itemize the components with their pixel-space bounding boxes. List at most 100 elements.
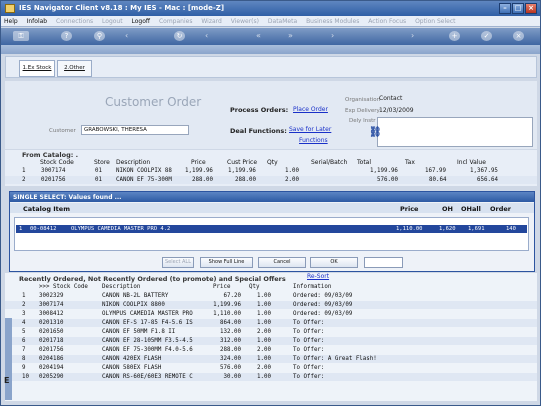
table-row[interactable]: 9 0204194 CANON 580EX FLASH 576.00 2.00 To Of… <box>5 364 537 372</box>
col-tax: Tax <box>405 159 415 166</box>
table-row[interactable]: 1 3002329 CANON NB-2L BATTERY 67.20 1.00 Orde… <box>5 292 537 300</box>
menu-datameta[interactable]: DataMeta <box>268 18 297 25</box>
catalog-description: OLYMPUS CAMEDIA MASTER PRO 4.2 <box>71 226 171 232</box>
nav-arrow-icon: ‹ <box>205 31 209 40</box>
menu-infolab[interactable]: Infolab <box>27 18 48 25</box>
col-cust-price: Cust Price <box>227 159 258 166</box>
information: Ordered: 09/03/09 <box>293 293 353 299</box>
qty: 1.00 <box>257 374 271 380</box>
delivery-instructions-field[interactable] <box>377 117 533 147</box>
link-icon[interactable]: ⛓ <box>369 127 383 139</box>
row-number: 2 <box>22 302 26 308</box>
qty: 1.00 <box>257 302 271 308</box>
add-icon[interactable]: + <box>449 31 460 41</box>
information: To Offer: A Great Flash! <box>293 356 377 362</box>
menu-logout[interactable]: Logout <box>102 18 123 25</box>
menu-logoff[interactable]: Logoff <box>132 18 151 25</box>
description: CANON 580EX FLASH <box>102 365 162 371</box>
table-row[interactable]: 2 3007174 NIKON COOLPIX 8800 1,199.96 1.00 Or… <box>5 301 537 309</box>
menu-wizard[interactable]: Wizard <box>201 18 221 25</box>
re-sort-link[interactable]: Re-Sort <box>307 273 329 280</box>
app-window: IES Navigator Client v8.18 : My IES - Ma… <box>0 0 541 406</box>
table-row[interactable]: 8 0204186 CANON 420EX FLASH 324.00 1.00 To Of… <box>5 355 537 363</box>
values-list[interactable]: 1 00-08412 OLYMPUS CAMEDIA MASTER PRO 4.… <box>14 217 529 251</box>
cancel-icon[interactable]: × <box>513 31 524 41</box>
title-bar[interactable]: IES Navigator Client v8.18 : My IES - Ma… <box>1 1 540 16</box>
save-for-later-link[interactable]: Save for Later <box>289 126 331 133</box>
catalog-panel: From Catalog: . Stock Code Store Descrip… <box>5 150 537 186</box>
minimize-icon[interactable]: – <box>499 3 511 14</box>
cancel-button[interactable]: Cancel <box>258 257 306 268</box>
ok-button[interactable]: OK <box>310 257 358 268</box>
qty: 1.00 <box>257 293 271 299</box>
organisation-label: Organisation <box>345 97 381 103</box>
menu-viewers[interactable]: Viewer(s) <box>231 18 259 25</box>
maximize-icon[interactable]: □ <box>512 3 524 14</box>
table-row[interactable]: 5 0201650 CANON EF 50MM F1.8 II 132.00 2.00 T… <box>5 328 537 336</box>
search-icon[interactable]: ⚲ <box>94 31 105 41</box>
description: CANON RS-60E/60E3 REMOTE C <box>102 374 193 380</box>
value-input[interactable] <box>364 257 403 268</box>
refresh-icon[interactable]: ↻ <box>174 31 185 41</box>
col-qty: Qty <box>249 284 260 290</box>
nav-strip <box>1 45 540 54</box>
incl-value: 1,367.95 <box>470 168 498 174</box>
col-qty: Qty <box>267 159 278 166</box>
check-icon[interactable]: ✓ <box>481 31 492 41</box>
store: 01 <box>95 177 102 183</box>
price: 288.00 <box>220 347 241 353</box>
tab-ex-stock[interactable]: 1.Ex Stock <box>19 60 55 77</box>
information: To Offer: <box>293 374 325 380</box>
information: Ordered: 09/03/09 <box>293 302 353 308</box>
col-total: Total <box>357 159 372 166</box>
description: OLYMPUS CAMEDIA MASTER PRO <box>102 311 193 317</box>
close-icon[interactable]: × <box>525 3 537 14</box>
description: CANON 420EX FLASH <box>102 356 162 362</box>
tab-other[interactable]: 2.Other <box>57 60 92 77</box>
description: CANON EF 75-300MM F4.0-5.6 <box>102 347 193 353</box>
process-orders-label: Process Orders: <box>230 106 289 114</box>
price: 1,199.96 <box>213 302 241 308</box>
menu-business-modules[interactable]: Business Modules <box>306 18 359 25</box>
help-icon[interactable]: ? <box>61 31 72 41</box>
stock-code: 0201756 <box>41 177 66 183</box>
item-ohall: 1,691 <box>468 226 485 232</box>
select-all-button[interactable]: Select ALL <box>162 257 194 268</box>
key-icon[interactable]: ⚿ <box>13 31 29 41</box>
menu-connections[interactable]: Connections <box>56 18 93 25</box>
recent-header: >>> Stock Code Description Price Qty Inf… <box>5 283 537 291</box>
row-number: 9 <box>22 365 26 371</box>
functions-link[interactable]: Functions <box>299 137 328 144</box>
table-row[interactable]: 1 3007174 01 NIKON COOLPIX 88 1,199.96 1… <box>5 167 537 175</box>
price: 1,199.96 <box>185 168 213 174</box>
forward-icon[interactable]: » <box>288 31 293 40</box>
menu-companies[interactable]: Companies <box>159 18 192 25</box>
table-row[interactable]: 4 0201310 CANON EF-S 17-85 F4-5.6 IS 864.00… <box>5 319 537 327</box>
row-number: 3 <box>22 311 26 317</box>
customer-field[interactable]: GRABOWSKI, THERESA <box>81 125 189 135</box>
table-row[interactable]: 2 0201756 01 CANON EF 75-300M 288.00 288… <box>5 176 537 184</box>
row-number: 6 <box>22 338 26 344</box>
menu-option-select[interactable]: Option Select <box>415 18 455 25</box>
menu-help[interactable]: Help <box>4 18 18 25</box>
table-row[interactable]: 3 3008412 OLYMPUS CAMEDIA MASTER PRO 1,110.… <box>5 310 537 318</box>
cust-price: 1,199.96 <box>228 168 256 174</box>
rewind-icon[interactable]: « <box>256 31 261 40</box>
show-full-line-button[interactable]: Show Full Line <box>200 257 253 268</box>
col-price: Price <box>400 205 419 213</box>
table-row[interactable]: 6 0201718 CANON EF 28-105MM F3.5-4.5 312.00… <box>5 337 537 345</box>
list-item-selected[interactable]: 1 00-08412 OLYMPUS CAMEDIA MASTER PRO 4.… <box>16 225 527 233</box>
col-price: Price <box>191 159 206 166</box>
place-order-link[interactable]: Place Order <box>293 106 328 113</box>
menu-action-focus[interactable]: Action Focus <box>368 18 406 25</box>
price: 1,110.00 <box>213 311 241 317</box>
price: 30.00 <box>223 374 241 380</box>
table-row[interactable]: 10 0205290 CANON RS-60E/60E3 REMOTE C 30.00… <box>5 373 537 381</box>
table-row[interactable]: 7 0201756 CANON EF 75-300MM F4.0-5.6 288.00… <box>5 346 537 354</box>
stock-code: 0201650 <box>39 329 64 335</box>
incl-value: 656.64 <box>477 177 498 183</box>
description: CANON EF 28-105MM F3.5-4.5 <box>102 338 193 344</box>
item-oh: 1,620 <box>439 226 456 232</box>
exp-delivery-value[interactable]: 12/03/2009 <box>379 107 414 114</box>
description: NIKON COOLPIX 8800 <box>102 302 165 308</box>
